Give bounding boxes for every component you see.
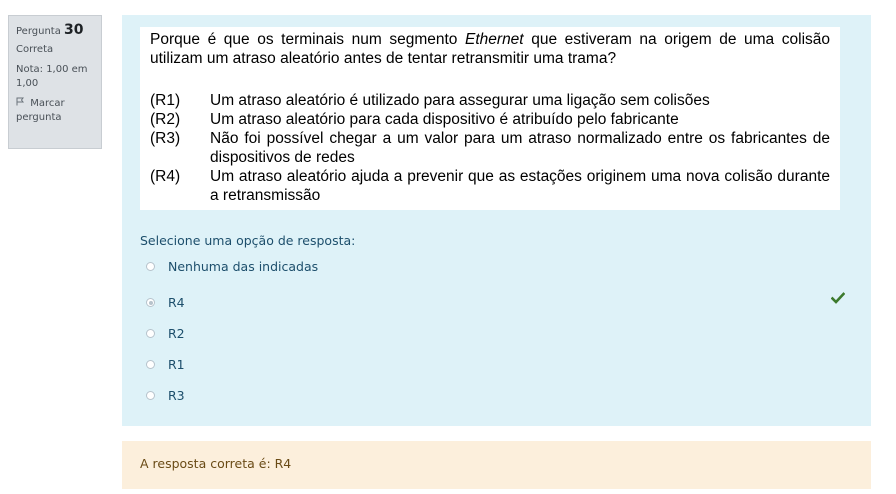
statement-r2: (R2) Um atraso aleatório para cada dispo… <box>150 110 830 129</box>
flag-question-link[interactable]: Marcar pergunta <box>16 97 94 125</box>
statement-r1: (R1) Um atraso aleatório é utilizado par… <box>150 91 830 110</box>
question-text: Porque é que os terminais num segmento E… <box>150 31 831 67</box>
answer-prompt: Selecione uma opção de resposta: <box>140 233 356 248</box>
question-state: Correta <box>16 44 54 55</box>
answer-radio[interactable] <box>146 391 155 400</box>
answer-radio[interactable] <box>146 360 155 369</box>
statement-code: (R3) <box>150 130 181 147</box>
answer-option-r2[interactable]: R2 <box>146 326 185 341</box>
correct-answer-feedback: A resposta correta é: R4 <box>122 441 871 489</box>
statement-r3: (R3) Não foi possível chegar a um valor … <box>150 129 830 167</box>
question-image: Porque é que os terminais num segmento E… <box>140 27 840 210</box>
answer-label: R2 <box>168 326 185 341</box>
flag-icon <box>16 97 27 109</box>
statement-list: (R1) Um atraso aleatório é utilizado par… <box>150 91 830 205</box>
statement-text: Não foi possível chegar a um valor para … <box>210 130 830 166</box>
statement-code: (R2) <box>150 111 181 128</box>
statement-code: (R1) <box>150 92 181 109</box>
question-label: Pergunta <box>16 26 61 37</box>
question-info: Pergunta 30 Correta Nota: 1,00 em 1,00 M… <box>8 15 102 149</box>
statement-text: Um atraso aleatório para cada dispositiv… <box>210 111 679 128</box>
statement-text: Um atraso aleatório é utilizado para ass… <box>210 92 710 109</box>
answer-label: R4 <box>168 295 185 310</box>
question-grade: Nota: 1,00 em 1,00 <box>16 64 88 89</box>
question-number: 30 <box>64 22 84 38</box>
question-number-line: Pergunta 30 <box>16 23 94 39</box>
checkmark-icon <box>831 292 845 304</box>
answer-label: Nenhuma das indicadas <box>168 259 319 274</box>
answer-radio[interactable] <box>146 329 155 338</box>
statement-code: (R4) <box>150 168 181 185</box>
answer-option-r1[interactable]: R1 <box>146 357 185 372</box>
answer-option-r4[interactable]: R4 <box>146 295 185 310</box>
answer-label: R3 <box>168 388 185 403</box>
statement-r4: (R4) Um atraso aleatório ajuda a preveni… <box>150 167 830 205</box>
question-formulation: Porque é que os terminais num segmento E… <box>122 15 871 426</box>
answer-option-nenhuma[interactable]: Nenhuma das indicadas <box>146 259 318 274</box>
answer-option-r3[interactable]: R3 <box>146 388 185 403</box>
answer-label: R1 <box>168 357 185 372</box>
answer-radio[interactable] <box>146 262 155 271</box>
answer-radio-selected[interactable] <box>146 298 155 307</box>
question-text-italic: Ethernet <box>465 31 524 48</box>
statement-text: Um atraso aleatório ajuda a prevenir que… <box>210 168 830 204</box>
